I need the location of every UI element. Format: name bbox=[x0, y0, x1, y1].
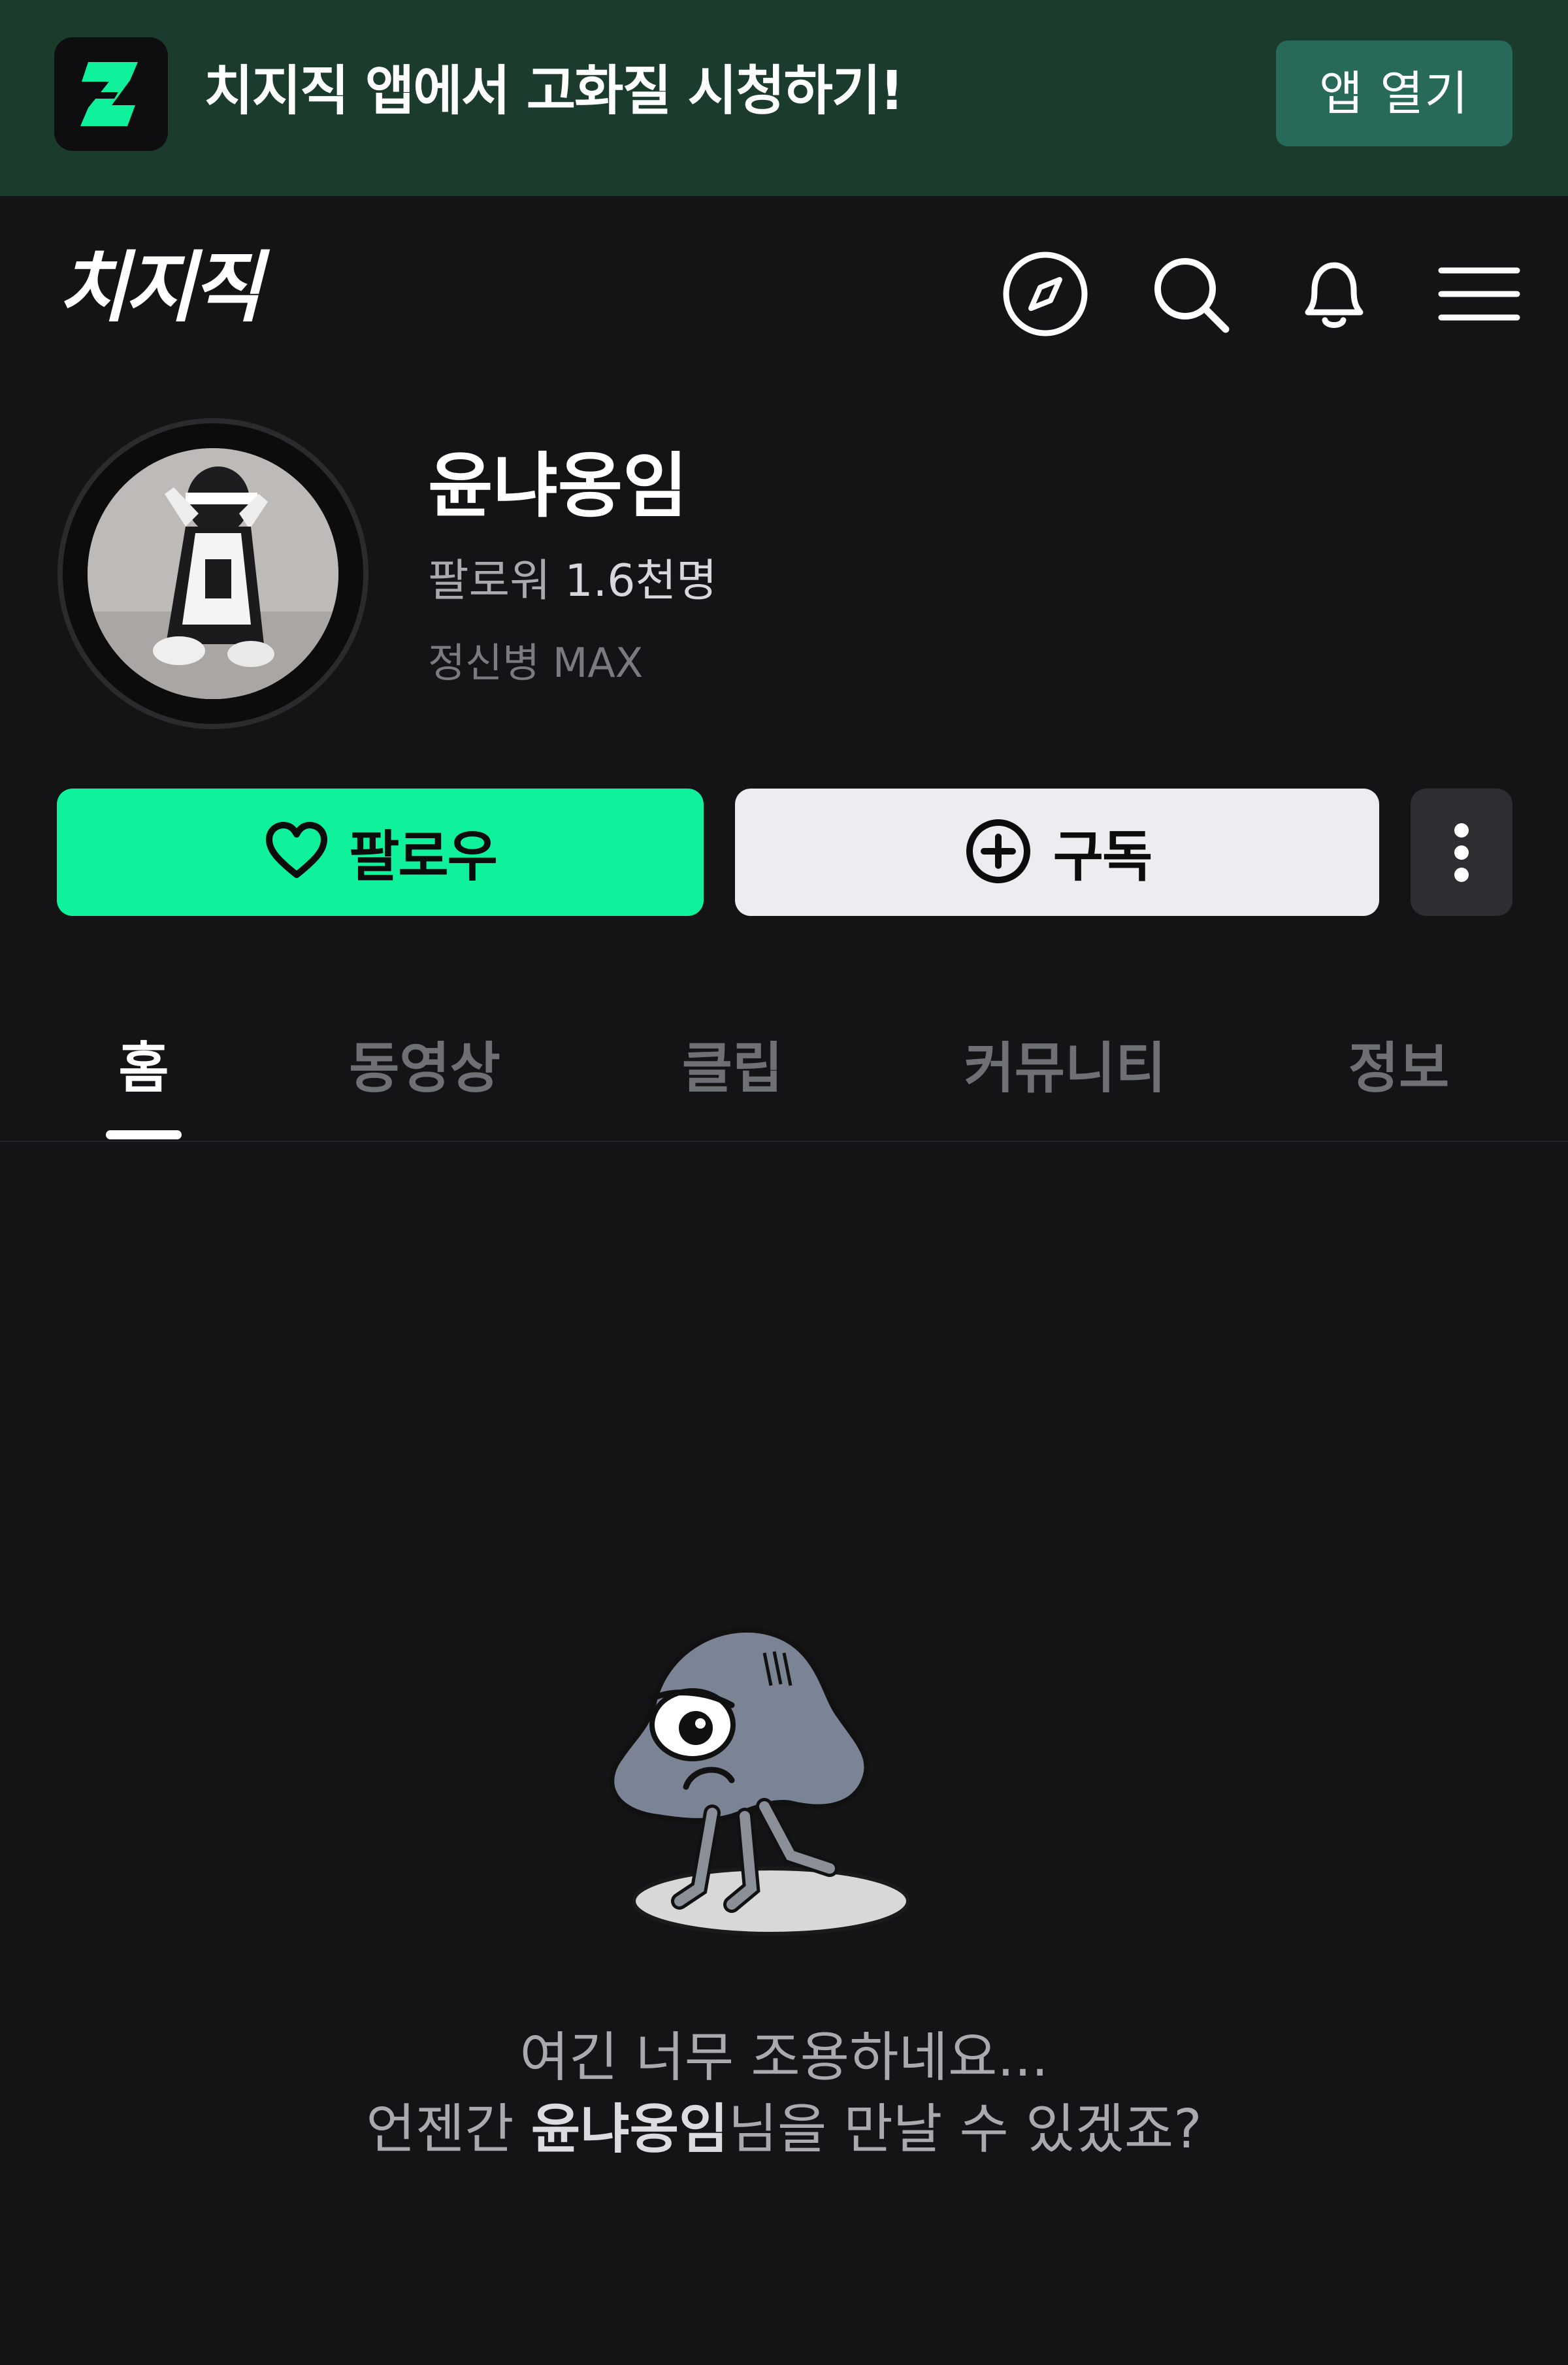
empty-channel-name: 윤냐옹임 bbox=[531, 2098, 728, 2161]
tab-info[interactable]: 정보 bbox=[1348, 1032, 1450, 1104]
empty-state-mascot-icon bbox=[575, 1581, 941, 1947]
heart-icon bbox=[264, 819, 329, 887]
subscribe-label: 구독 bbox=[1053, 824, 1153, 889]
channel-tabs: 홈 동영상 클립 커뮤니티 정보 bbox=[0, 993, 1568, 1142]
menu-icon[interactable] bbox=[1432, 248, 1524, 340]
top-header: 치지직 bbox=[0, 196, 1568, 379]
subscribe-button[interactable]: 구독 bbox=[735, 789, 1379, 916]
avatar-image bbox=[88, 448, 338, 699]
compass-icon[interactable] bbox=[1000, 248, 1091, 340]
search-icon[interactable] bbox=[1145, 248, 1236, 340]
open-app-button[interactable]: 앱 열기 bbox=[1276, 41, 1512, 146]
brand-logo[interactable]: 치지직 bbox=[57, 242, 263, 333]
channel-bio: 정신병 MAX bbox=[428, 639, 644, 687]
followers-value: 1.6천명 bbox=[564, 555, 717, 607]
app-install-banner: 치지직 앱에서 고화질 시청하기! 앱 열기 bbox=[0, 0, 1568, 196]
follow-button[interactable]: 팔로우 bbox=[57, 789, 704, 916]
banner-message: 치지직 앱에서 고화질 시청하기! bbox=[204, 60, 904, 122]
active-tab-indicator bbox=[106, 1130, 182, 1139]
plus-circle-icon bbox=[963, 816, 1034, 889]
follow-label: 팔로우 bbox=[349, 824, 498, 889]
channel-name: 윤냐옹임 bbox=[428, 446, 688, 527]
empty-suffix: 님을 만날 수 있겠죠? bbox=[728, 2098, 1202, 2161]
tab-videos[interactable]: 동영상 bbox=[349, 1032, 500, 1104]
bell-icon[interactable] bbox=[1288, 248, 1380, 340]
tab-community[interactable]: 커뮤니티 bbox=[964, 1032, 1166, 1104]
tab-home[interactable]: 홈 bbox=[118, 1032, 169, 1104]
followers-label: 팔로워 bbox=[428, 555, 551, 607]
channel-avatar[interactable] bbox=[57, 418, 368, 729]
more-options-button[interactable] bbox=[1411, 789, 1512, 916]
empty-state-submessage: 언젠간 윤냐옹임님을 만날 수 있겠죠? bbox=[0, 2094, 1568, 2166]
follower-count: 팔로워 1.6천명 bbox=[428, 552, 717, 611]
empty-prefix: 언젠간 bbox=[366, 2098, 531, 2161]
empty-state-message: 여긴 너무 조용하네요... bbox=[519, 2027, 1049, 2089]
tab-clips[interactable]: 클립 bbox=[682, 1032, 783, 1104]
chzzk-logo-icon bbox=[54, 37, 168, 151]
more-vertical-icon bbox=[1454, 823, 1469, 882]
